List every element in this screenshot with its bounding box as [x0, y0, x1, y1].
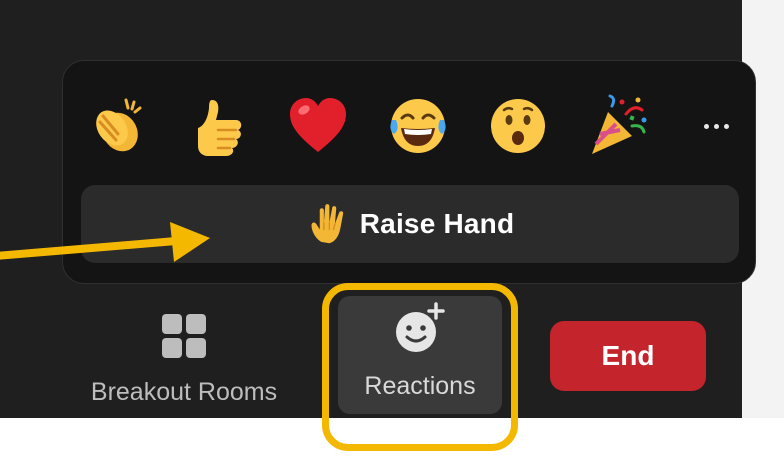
reactions-button[interactable]: Reactions	[338, 296, 502, 414]
breakout-rooms-label: Breakout Rooms	[90, 378, 278, 406]
party-popper-emoji[interactable]	[583, 91, 653, 161]
emoji-row	[83, 79, 743, 179]
thumbs-up-icon	[198, 100, 242, 156]
open-mouth-emoji[interactable]	[483, 91, 553, 161]
grid-icon	[160, 300, 208, 360]
red-heart-emoji[interactable]	[283, 91, 353, 161]
tears-of-joy-emoji[interactable]	[383, 91, 453, 161]
background-margin	[0, 418, 784, 459]
tears-of-joy-icon	[390, 99, 446, 153]
breakout-rooms-button[interactable]: Breakout Rooms	[60, 300, 308, 418]
raise-hand-button[interactable]: Raise Hand	[81, 185, 739, 263]
thumbs-up-emoji[interactable]	[183, 91, 253, 161]
zoom-screenshot: Raise Hand Breakout Rooms Reactions End	[0, 0, 784, 459]
clapping-hands-icon	[96, 98, 142, 152]
end-meeting-button[interactable]: End	[550, 321, 706, 391]
reactions-label: Reactions	[364, 372, 476, 400]
smiley-plus-icon	[388, 296, 452, 356]
clapping-hands-emoji[interactable]	[83, 91, 153, 161]
ellipsis-dot	[723, 123, 729, 129]
reactions-popover: Raise Hand	[62, 60, 756, 284]
heart-icon	[290, 98, 346, 152]
raised-hand-icon	[311, 204, 343, 244]
ellipsis-dot	[713, 123, 719, 129]
ellipsis-icon[interactable]	[691, 101, 741, 151]
raise-hand-label: Raise Hand	[359, 208, 515, 239]
party-popper-icon	[592, 94, 647, 154]
surprised-face-icon	[491, 99, 545, 153]
ellipsis-dot	[703, 123, 709, 129]
